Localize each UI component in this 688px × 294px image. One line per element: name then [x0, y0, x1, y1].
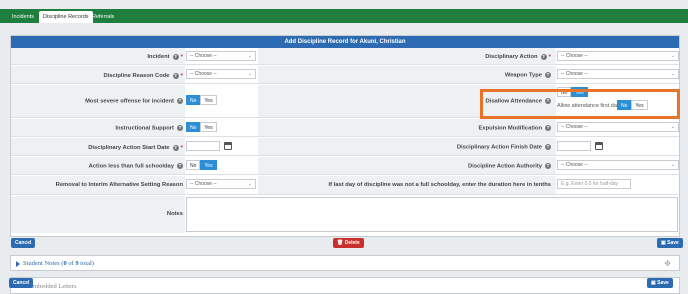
start-date-label: Disciplinary Action Start Date? •: [88, 144, 183, 152]
chevron-down-icon: ⌄: [670, 162, 675, 168]
toggle-yes[interactable]: Yes: [200, 95, 217, 105]
removal-select[interactable]: -- Choose -- ⌄: [186, 179, 256, 189]
help-icon[interactable]: ?: [540, 53, 547, 60]
help-icon[interactable]: ?: [177, 98, 183, 104]
highlight-box: [480, 89, 680, 119]
notes-label: Notes: [166, 211, 183, 217]
tab-incidents[interactable]: Incidents: [8, 11, 38, 23]
form-row: Disciplinary Action Start Date? • Discipl…: [11, 138, 679, 156]
required-icon: •: [180, 144, 183, 151]
help-icon[interactable]: ?: [177, 125, 183, 131]
form-row: Incident? • -- Choose -- ⌄ Disciplinary Ac…: [11, 48, 679, 65]
chevron-down-icon: ⌄: [247, 53, 252, 59]
expulsion-modification-label: Expulsion Modification?: [478, 125, 551, 132]
student-notes-title: Student Notes (0 of 9 total): [23, 260, 94, 267]
toggle-no[interactable]: No: [186, 122, 201, 132]
caret-right-icon: [16, 261, 20, 267]
less-than-full-label: Action less than full schoolday?: [88, 163, 183, 170]
top-nav: Incidents Discipline Records Referrals: [0, 9, 688, 23]
help-icon[interactable]: ?: [177, 163, 183, 169]
form-row: Notes: [11, 196, 679, 234]
disciplinary-action-label: Disciplinary Action? •: [485, 53, 551, 61]
chevron-down-icon: ⌄: [670, 124, 675, 130]
finish-date-input[interactable]: [557, 141, 591, 151]
most-severe-toggle[interactable]: No Yes: [186, 95, 217, 105]
form-row: Removal to Interim Alternative Setting R…: [11, 176, 679, 195]
duration-label: If last day of discipline was not a full…: [328, 182, 551, 188]
help-icon[interactable]: ?: [545, 163, 551, 169]
form-row: Discipline Reason Code? • -- Choose -- ⌄ W…: [11, 66, 679, 84]
cancel-button[interactable]: Cancel: [9, 278, 34, 288]
toggle-no[interactable]: No: [186, 160, 201, 170]
student-notes-section[interactable]: Student Notes (0 of 9 total) ✥: [10, 255, 680, 271]
cancel-button[interactable]: Cancel: [11, 238, 36, 248]
save-button[interactable]: ▣ Save: [657, 238, 683, 248]
reason-code-select[interactable]: -- Choose -- ⌄: [186, 69, 256, 79]
calendar-icon[interactable]: [595, 142, 603, 150]
save-button[interactable]: ▣ Save: [647, 278, 673, 288]
chevron-down-icon: ⌄: [670, 53, 675, 59]
expulsion-modification-select[interactable]: -- Choose -- ⌄: [557, 122, 679, 132]
required-icon: •: [180, 72, 183, 79]
disciplinary-action-select[interactable]: -- Choose -- ⌄: [557, 51, 679, 61]
form-row: Instructional Support? No Yes Expulsion …: [11, 119, 679, 137]
page: Incidents Discipline Records Referrals A…: [0, 0, 688, 294]
duration-input[interactable]: E.g. Enter 0.5 for half-day: [557, 179, 631, 189]
toggle-yes[interactable]: Yes: [200, 160, 217, 170]
tab-discipline-records[interactable]: Discipline Records: [39, 11, 93, 23]
toggle-yes[interactable]: Yes: [200, 122, 217, 132]
chevron-down-icon: ⌄: [247, 71, 252, 77]
chevron-down-icon: ⌄: [247, 181, 252, 187]
move-icon[interactable]: ✥: [664, 259, 671, 268]
less-than-full-toggle[interactable]: No Yes: [186, 160, 217, 170]
help-icon[interactable]: ?: [545, 144, 551, 150]
chevron-down-icon: ⌄: [670, 71, 675, 77]
discipline-form-panel: Add Discipline Record for Akuni, Christi…: [10, 35, 680, 237]
incident-select[interactable]: -- Choose -- ⌄: [186, 51, 256, 61]
help-icon[interactable]: ?: [545, 125, 551, 131]
embedded-letters-section[interactable]: Embedded Letters: [10, 277, 680, 294]
authority-select[interactable]: -- Choose -- ⌄: [557, 160, 679, 170]
incident-label: Incident? •: [147, 53, 183, 61]
embedded-letters-title: Embedded Letters: [29, 283, 77, 290]
instructional-support-label: Instructional Support?: [115, 125, 183, 132]
removal-label: Removal to Interim Alternative Setting R…: [55, 182, 183, 188]
help-icon[interactable]: ?: [172, 72, 179, 79]
trash-icon: 🗑: [337, 240, 345, 246]
start-date-input[interactable]: [186, 141, 220, 151]
panel-title: Add Discipline Record for Akuni, Christi…: [11, 36, 679, 48]
required-icon: •: [180, 53, 183, 60]
weapon-type-select[interactable]: -- Choose -- ⌄: [557, 69, 679, 79]
help-icon[interactable]: ?: [545, 72, 551, 78]
form-row: Action less than full schoolday? No Yes …: [11, 157, 679, 175]
authority-label: Discipline Action Authority?: [468, 163, 551, 170]
calendar-icon[interactable]: [224, 142, 232, 150]
help-icon[interactable]: ?: [172, 53, 179, 60]
tab-referrals[interactable]: Referrals: [88, 11, 118, 23]
weapon-type-label: Weapon Type?: [504, 72, 551, 79]
toggle-no[interactable]: No: [186, 95, 201, 105]
notes-textarea[interactable]: [186, 197, 678, 232]
instructional-support-toggle[interactable]: No Yes: [186, 122, 217, 132]
reason-code-label: Discipline Reason Code? •: [103, 72, 184, 80]
help-icon[interactable]: ?: [172, 144, 179, 151]
delete-button[interactable]: 🗑 Delete: [333, 238, 364, 248]
required-icon: •: [548, 53, 551, 60]
most-severe-label: Most severe offense for incident?: [85, 98, 183, 105]
finish-date-label: Disciplinary Action Finish Date?: [456, 144, 551, 151]
